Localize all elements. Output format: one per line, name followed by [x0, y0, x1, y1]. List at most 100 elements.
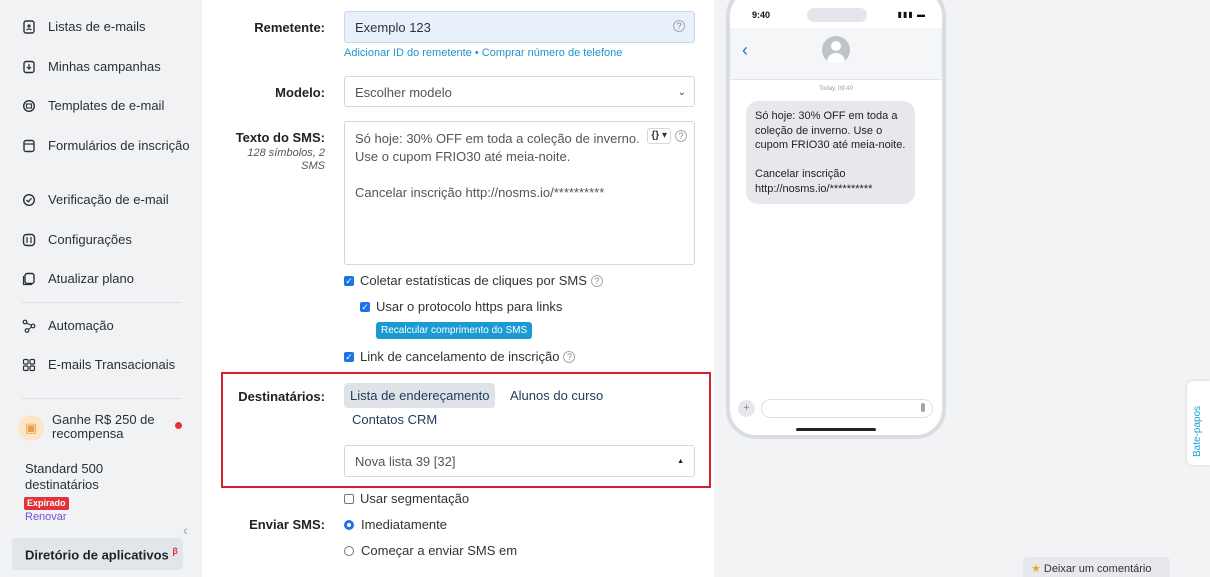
sender-links[interactable]: Adicionar ID do remetente • Comprar núme…	[344, 47, 622, 59]
help-icon[interactable]: ?	[675, 130, 687, 142]
checkbox-checked[interactable]: ✓	[344, 275, 354, 286]
bubble-line: http://nosms.io/**********	[755, 182, 873, 195]
renew-link[interactable]: Renovar	[25, 511, 67, 523]
avatar	[822, 36, 850, 64]
home-indicator	[796, 428, 876, 431]
template-select[interactable]: Escolher modelo ⌄	[344, 76, 695, 107]
help-icon[interactable]: ?	[563, 350, 576, 363]
message-date: Today, 09:40	[819, 86, 853, 92]
collapse-sidebar-icon[interactable]: ‹	[183, 522, 188, 538]
upgrade-icon	[22, 272, 36, 286]
recalculate-button[interactable]: Recalcular comprimento do SMS	[376, 322, 533, 339]
radio-label: Imediatamente	[361, 517, 447, 532]
checkbox-checked[interactable]: ✓	[360, 301, 370, 312]
sidebar-item-upgrade[interactable]: Atualizar plano	[22, 272, 192, 286]
sms-campaign-form: Remetente: Exemplo 123 ? Adicionar ID do…	[202, 0, 714, 577]
sidebar-item-settings[interactable]: Configurações	[22, 233, 192, 247]
checkbox-unchecked[interactable]	[344, 493, 354, 504]
sidebar-item-label: Configurações	[48, 232, 132, 247]
help-icon[interactable]: ?	[590, 274, 603, 287]
help-icon[interactable]: ?	[673, 20, 685, 32]
sidebar-item-email-verification[interactable]: Verificação de e-mail	[22, 193, 192, 207]
sidebar-item-forms[interactable]: Formulários de inscrição	[22, 139, 192, 153]
checkbox-label: Usar o protocolo https para links	[376, 299, 563, 314]
sidebar-item-label: Atualizar plano	[48, 271, 134, 286]
radio-selected[interactable]	[344, 519, 354, 530]
sms-length-info: 128 símbolos, 2 SMS	[247, 147, 325, 172]
tab-crm-contacts[interactable]: Contatos CRM	[352, 412, 437, 427]
gift-icon: ▣	[18, 415, 44, 441]
segmentation-checkbox[interactable]: Usar segmentação	[344, 491, 469, 506]
sidebar-item-campaigns[interactable]: Minhas campanhas	[22, 60, 192, 74]
phone-notch	[807, 8, 867, 22]
collect-clicks-checkbox[interactable]: ✓ Coletar estatísticas de cliques por SM…	[344, 273, 603, 288]
notification-dot	[175, 422, 182, 429]
settings-icon	[22, 233, 36, 247]
beta-badge: β	[172, 546, 178, 556]
phone-input-bar: +	[738, 398, 934, 418]
tab-course-students[interactable]: Alunos do curso	[510, 388, 603, 403]
mailing-list-select[interactable]: Nova lista 39 [32] ▲	[344, 445, 695, 477]
plus-icon: +	[738, 400, 755, 417]
sidebar-divider	[22, 398, 182, 399]
form-icon	[22, 139, 36, 153]
phone-chat-header: ‹	[730, 28, 942, 80]
sms-textarea[interactable]: Só hoje: 30% OFF em toda a coleção de in…	[344, 121, 695, 265]
app-directory-button[interactable]: Diretório de aplicativos β	[12, 538, 183, 570]
sidebar-item-label: Listas de e-mails	[48, 19, 146, 34]
sms-line: Cancelar inscrição http://nosms.io/*****…	[355, 185, 605, 200]
sidebar-item-label: Verificação de e-mail	[48, 192, 169, 207]
contacts-book-icon	[22, 20, 36, 34]
radio-label: Começar a enviar SMS em	[361, 543, 518, 558]
https-checkbox[interactable]: ✓ Usar o protocolo https para links	[360, 299, 562, 314]
unsubscribe-link-checkbox[interactable]: ✓ Link de cancelamento de inscrição ?	[344, 349, 576, 364]
bubble-line: cupom FRIO30 até meia-noite.	[755, 139, 906, 151]
bubble-line: coleção de inverno. Use o	[755, 124, 883, 137]
feedback-label: Deixar um comentário	[1043, 563, 1152, 575]
chats-tab[interactable]: Bate-papos	[1187, 381, 1210, 465]
phone-message-field	[761, 399, 933, 418]
send-sms-label: Enviar SMS:	[249, 517, 325, 532]
list-value: Nova lista 39 [32]	[355, 454, 456, 469]
bubble-line: Cancelar inscrição	[755, 168, 846, 180]
sidebar-item-templates[interactable]: Templates de e-mail	[22, 99, 192, 113]
sidebar-divider	[22, 302, 182, 303]
checkbox-label: Usar segmentação	[360, 491, 470, 506]
plan-name: Standard 500 destinatários	[25, 461, 104, 492]
check-circle-icon	[22, 193, 36, 207]
checkbox-label: Coletar estatísticas de cliques por SMS	[360, 273, 587, 288]
phone-time: 9:40	[752, 10, 771, 20]
template-label: Modelo:	[275, 85, 325, 100]
chevron-down-icon: ⌄	[677, 87, 686, 98]
grid-icon	[22, 358, 36, 372]
insert-variable-button[interactable]: {} ▾	[647, 128, 671, 144]
reward-banner[interactable]: ▣ Ganhe R$ 250 de recompensa	[14, 407, 190, 451]
checkbox-checked[interactable]: ✓	[344, 351, 354, 362]
preview-panel: 9:40 ▮▮▮ ▬ ‹ Today, 09:40 Só hoje: 30% O…	[714, 0, 1210, 577]
send-now-radio[interactable]: Imediatamente	[344, 517, 447, 532]
chats-tab-label: Bate-papos	[1192, 405, 1203, 457]
send-later-radio[interactable]: Começar a enviar SMS em	[344, 543, 517, 558]
sidebar: Listas de e-mails Minhas campanhas Templ…	[0, 0, 202, 577]
tab-mailing-list[interactable]: Lista de endereçamento	[344, 383, 496, 408]
app-directory-label: Diretório de aplicativos	[25, 547, 169, 563]
sidebar-item-transactional[interactable]: E-mails Transacionais	[22, 358, 192, 372]
template-icon	[22, 99, 36, 113]
feedback-button[interactable]: ★ Deixar um comentário	[1023, 557, 1170, 577]
sms-preview-bubble: Só hoje: 30% OFF em toda a coleção de in…	[746, 101, 915, 204]
phone-preview: 9:40 ▮▮▮ ▬ ‹ Today, 09:40 Só hoje: 30% O…	[726, 0, 946, 439]
automation-icon	[22, 319, 36, 333]
reward-text: Ganhe R$ 250 de recompensa	[52, 412, 155, 441]
sender-value: Exemplo 123	[355, 20, 431, 35]
caret-up-icon: ▲	[677, 458, 684, 465]
sidebar-item-label: Automação	[48, 318, 114, 333]
template-value: Escolher modelo	[355, 85, 452, 100]
sender-label: Remetente:	[254, 20, 325, 35]
sidebar-item-label: Formulários de inscrição	[48, 138, 190, 153]
sidebar-item-email-lists[interactable]: Listas de e-mails	[22, 20, 192, 34]
sidebar-item-label: E-mails Transacionais	[48, 357, 176, 372]
radio-unselected[interactable]	[344, 545, 354, 556]
sidebar-item-automation[interactable]: Automação	[22, 319, 192, 333]
sidebar-item-label: Minhas campanhas	[48, 59, 161, 74]
sender-field[interactable]: Exemplo 123 ?	[344, 11, 695, 43]
